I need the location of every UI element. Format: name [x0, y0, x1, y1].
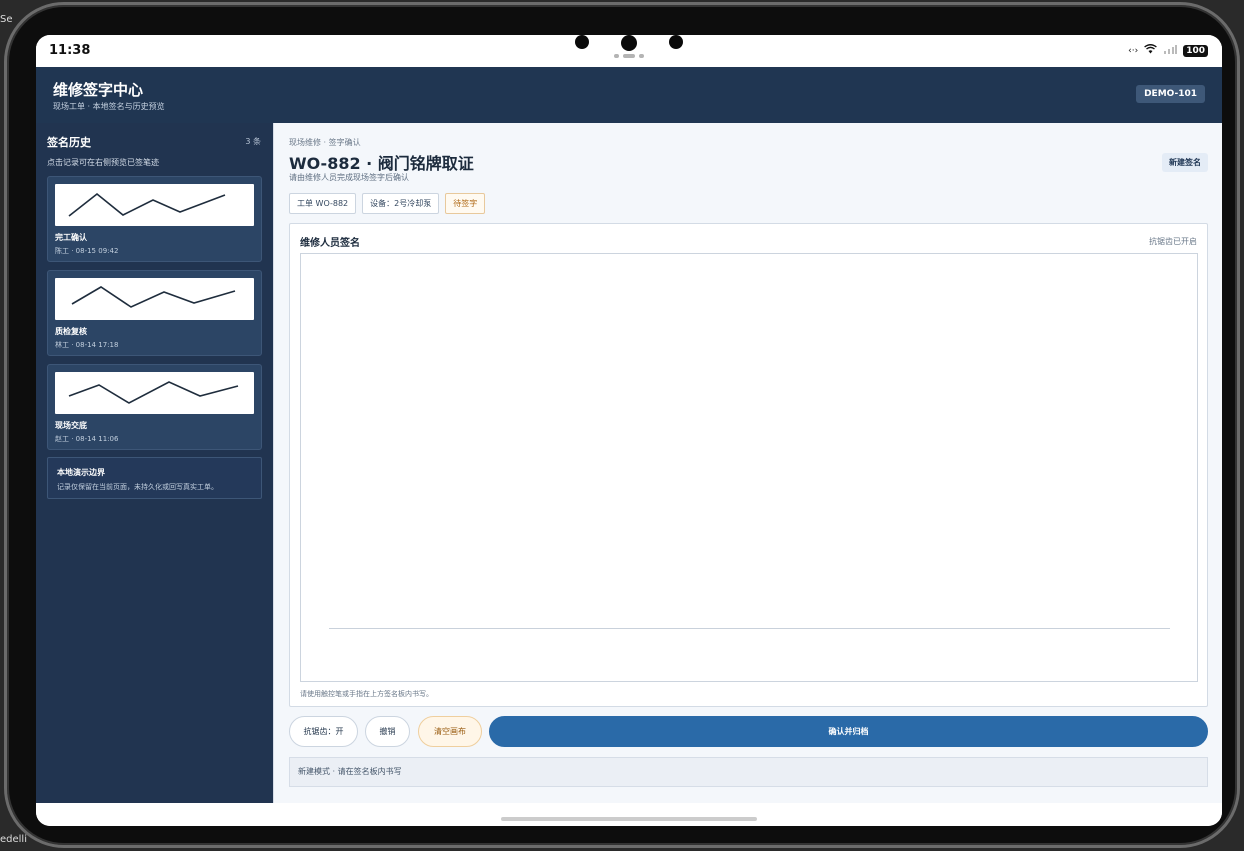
equipment-chip: 设备：2号冷却泵	[362, 193, 440, 214]
new-signature-button[interactable]: 新建签名	[1162, 153, 1208, 172]
history-item-title: 质检复核	[55, 327, 87, 336]
status-badge: 待签字	[445, 193, 486, 214]
camera-dot	[669, 35, 683, 49]
demo-badge: DEMO-101	[1136, 85, 1205, 103]
mode-status-line: 新建模式 · 请在签名板内书写	[289, 757, 1208, 787]
signature-thumbnail	[55, 372, 254, 414]
history-item[interactable]: 完工确认 陈工 · 08-15 09:42	[47, 176, 262, 262]
signal-icon	[1163, 44, 1178, 57]
signature-panel: 维修人员签名 抗锯齿已开启 请使用触控笔或手指在上方签名板内书写。	[289, 223, 1208, 707]
history-item-meta: 林工 · 08-14 17:18	[55, 341, 119, 349]
history-count: 3 条	[245, 137, 261, 146]
antialias-toggle-button[interactable]: 抗锯齿：开	[289, 716, 358, 747]
breadcrumb: 现场维修 · 签字确认	[289, 138, 361, 147]
work-order-chip: 工单 WO-882	[289, 193, 357, 214]
sidebar: 签名历史 3 条 点击记录可在右侧预览已签笔迹 完工确认 陈工 · 08-15 …	[36, 123, 273, 803]
signature-panel-title: 维修人员签名	[300, 238, 360, 249]
signature-help-text: 请使用触控笔或手指在上方签名板内书写。	[300, 690, 433, 698]
status-bar: 11:38 ‹·› 100	[36, 35, 1222, 67]
clear-canvas-button[interactable]: 清空画布	[418, 716, 482, 747]
edge-fragment: edelli	[0, 834, 27, 845]
history-item[interactable]: 质检复核 林工 · 08-14 17:18	[47, 270, 262, 356]
status-time: 11:38	[49, 43, 91, 58]
signature-baseline	[329, 628, 1170, 629]
bottom-bar	[36, 803, 1222, 826]
action-bar: 抗锯齿：开 撤销 清空画布 确认并归档	[289, 716, 1208, 748]
history-item-meta: 陈工 · 08-15 09:42	[55, 247, 119, 255]
note-title: 本地演示边界	[57, 468, 105, 477]
wifi-icon	[1144, 44, 1158, 57]
status-icons: ‹·› 100	[1128, 44, 1208, 57]
note-description: 记录仅保留在当前页面，未持久化或回写真实工单。	[57, 483, 218, 491]
edge-fragment: Se	[0, 14, 13, 25]
multitask-indicator[interactable]	[614, 54, 644, 59]
camera-dot	[621, 35, 637, 51]
app-title: 维修签字中心	[53, 81, 144, 99]
tablet-frame: 11:38 ‹·› 100 维修签字中心 现场工单 · 本地签名与历史预览 DE…	[4, 2, 1240, 848]
antialias-status: 抗锯齿已开启	[1149, 237, 1197, 246]
camera-dot	[575, 35, 589, 49]
page-subtitle: 请由维修人员完成现场签字后确认	[289, 173, 409, 182]
screen: 11:38 ‹·› 100 维修签字中心 现场工单 · 本地签名与历史预览 DE…	[36, 35, 1222, 826]
sidebar-hint: 点击记录可在右侧预览已签笔迹	[47, 158, 159, 167]
history-item-title: 完工确认	[55, 233, 87, 242]
main-content: 现场维修 · 签字确认 WO-882 · 阀门铭牌取证 请由维修人员完成现场签字…	[273, 123, 1222, 803]
history-item[interactable]: 现场交底 赵工 · 08-14 11:06	[47, 364, 262, 450]
sidebar-heading: 签名历史	[47, 136, 91, 149]
app-header: 维修签字中心 现场工单 · 本地签名与历史预览 DEMO-101	[36, 67, 1222, 123]
code-icon: ‹·›	[1128, 45, 1139, 56]
demo-boundary-note: 本地演示边界 记录仅保留在当前页面，未持久化或回写真实工单。	[47, 457, 262, 499]
page-title: WO-882 · 阀门铭牌取证	[289, 154, 474, 173]
signature-canvas[interactable]	[300, 253, 1198, 682]
battery-icon: 100	[1183, 44, 1208, 57]
undo-button[interactable]: 撤销	[365, 716, 410, 747]
signature-thumbnail	[55, 184, 254, 226]
signature-thumbnail	[55, 278, 254, 320]
home-indicator[interactable]	[501, 817, 757, 821]
app-subtitle: 现场工单 · 本地签名与历史预览	[53, 102, 165, 111]
work-order-chips: 工单 WO-882 设备：2号冷却泵 待签字	[289, 193, 486, 214]
confirm-archive-button[interactable]: 确认并归档	[489, 716, 1208, 747]
history-item-meta: 赵工 · 08-14 11:06	[55, 435, 119, 443]
history-item-title: 现场交底	[55, 421, 87, 430]
